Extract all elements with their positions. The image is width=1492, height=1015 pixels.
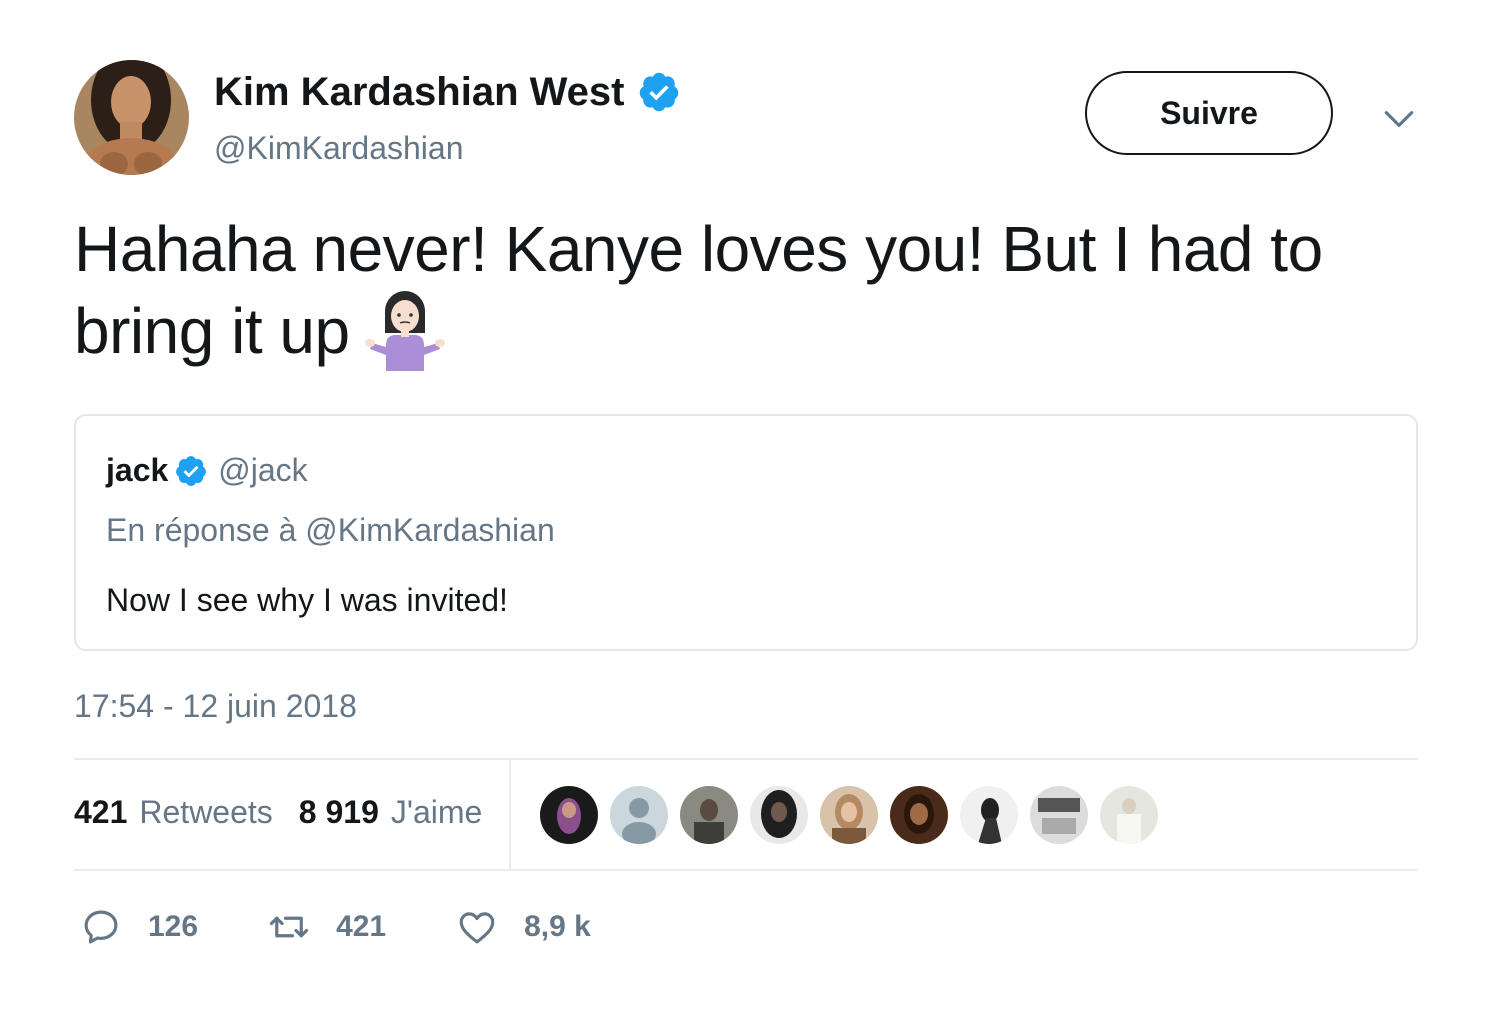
likers-avatars	[540, 786, 1170, 844]
retweet-count: 421	[336, 910, 387, 943]
liker-avatar[interactable]	[820, 786, 878, 844]
liker-avatar[interactable]	[750, 786, 808, 844]
liker-avatar[interactable]	[890, 786, 948, 844]
quoted-tweet-name: jack	[106, 452, 169, 488]
liker-avatar[interactable]	[680, 786, 738, 844]
tweet-actions: 126 421 8,9 k	[80, 906, 661, 948]
woman-shrugging-icon	[364, 291, 445, 372]
liker-avatar[interactable]	[1030, 786, 1088, 844]
chevron-down-icon[interactable]	[1380, 100, 1418, 138]
divider	[509, 759, 511, 871]
follow-button[interactable]: Suivre	[1085, 71, 1333, 155]
reply-action[interactable]: 126	[80, 906, 198, 948]
retweet-action[interactable]: 421	[268, 906, 386, 948]
retweets-stat[interactable]: 421 Retweets	[74, 794, 273, 831]
author-name-text: Kim Kardashian West	[214, 70, 625, 114]
retweets-label: Retweets	[139, 794, 273, 830]
likes-stat[interactable]: 8 919 J'aime	[299, 794, 483, 831]
retweet-icon[interactable]	[268, 906, 310, 948]
tweet-text: Hahaha never! Kanye loves you! But I had…	[74, 208, 1434, 377]
tweet-timestamp[interactable]: 17:54 - 12 juin 2018	[74, 688, 357, 725]
quoted-tweet-card[interactable]: jack @jack En réponse à @KimKardashian N…	[74, 414, 1418, 651]
likes-label: J'aime	[390, 794, 483, 830]
verified-badge-icon	[176, 455, 207, 486]
liker-avatar[interactable]	[960, 786, 1018, 844]
quoted-tweet-reply-context: En réponse à @KimKardashian	[106, 512, 555, 548]
author-handle[interactable]: @KimKardashian	[214, 128, 463, 168]
tweet-text-content: Hahaha never! Kanye loves you! But I had…	[74, 213, 1323, 367]
divider	[74, 758, 1418, 760]
quoted-tweet-header: jack @jack	[106, 452, 308, 489]
like-count: 8,9 k	[524, 910, 591, 943]
liker-avatar[interactable]	[1100, 786, 1158, 844]
likes-count: 8 919	[298, 794, 379, 830]
liker-avatar[interactable]	[610, 786, 668, 844]
heart-icon[interactable]	[456, 906, 498, 948]
like-action[interactable]: 8,9 k	[456, 906, 591, 948]
quoted-tweet-text: Now I see why I was invited!	[106, 582, 508, 618]
tweet-stats: 421 Retweets 8 919 J'aime	[74, 794, 482, 831]
retweets-count: 421	[74, 794, 128, 830]
reply-icon[interactable]	[80, 906, 122, 948]
quoted-tweet-handle: @jack	[218, 452, 308, 488]
liker-avatar[interactable]	[540, 786, 598, 844]
verified-badge-icon	[639, 72, 678, 112]
author-avatar[interactable]	[74, 60, 189, 175]
divider	[74, 869, 1418, 871]
author-display-name[interactable]: Kim Kardashian West	[214, 66, 681, 118]
reply-count: 126	[148, 910, 199, 943]
